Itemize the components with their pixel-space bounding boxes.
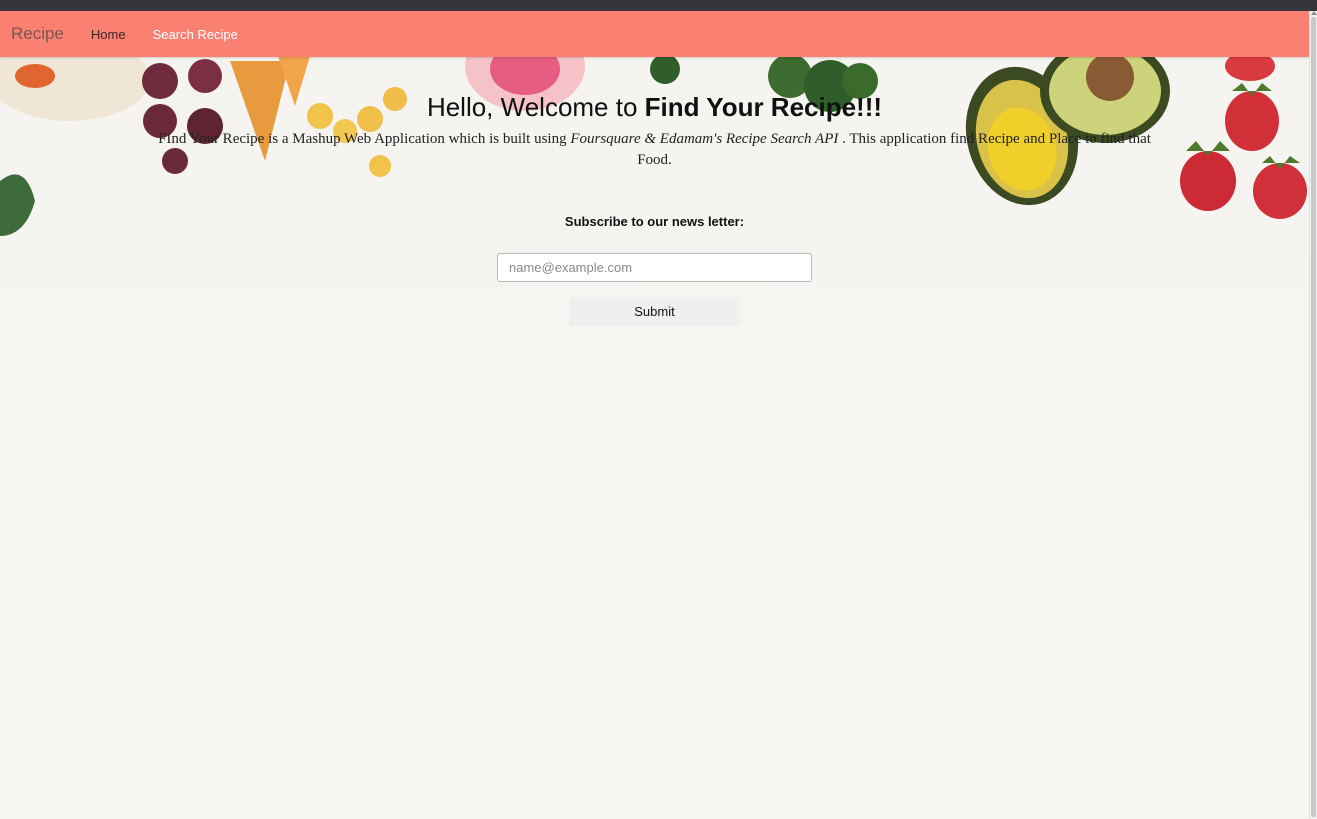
navbar: Recipe Home Search Recipe — [0, 11, 1309, 57]
description-start: FInd Your Recipe is a Mashup Web Applica… — [158, 131, 571, 147]
scrollbar-thumb[interactable] — [1311, 17, 1316, 817]
page-viewport: Recipe Home Search Recipe Hello, Welcome… — [0, 11, 1309, 819]
page-title-strong: Find Your Recipe!!! — [644, 92, 883, 122]
submit-button[interactable]: Submit — [569, 297, 740, 326]
page-title: Hello, Welcome to Find Your Recipe!!! — [0, 92, 1309, 123]
browser-top-strip — [0, 0, 1317, 11]
navbar-brand[interactable]: Recipe — [11, 24, 64, 44]
newsletter-label: Subscribe to our news letter: — [564, 214, 745, 229]
nav-link-home[interactable]: Home — [91, 27, 126, 42]
app-description: FInd Your Recipe is a Mashup Web Applica… — [155, 129, 1155, 171]
page-title-prefix: Hello, Welcome to — [426, 92, 645, 122]
email-input[interactable] — [497, 253, 812, 282]
vertical-scrollbar[interactable] — [1309, 11, 1317, 819]
nav-link-search-recipe[interactable]: Search Recipe — [153, 27, 238, 42]
scroll-up-arrow-icon[interactable] — [1311, 11, 1317, 15]
description-apis: Foursquare & Edamam's Recipe Search API — [570, 131, 839, 147]
main-content: Hello, Welcome to Find Your Recipe!!! FI… — [0, 57, 1309, 326]
